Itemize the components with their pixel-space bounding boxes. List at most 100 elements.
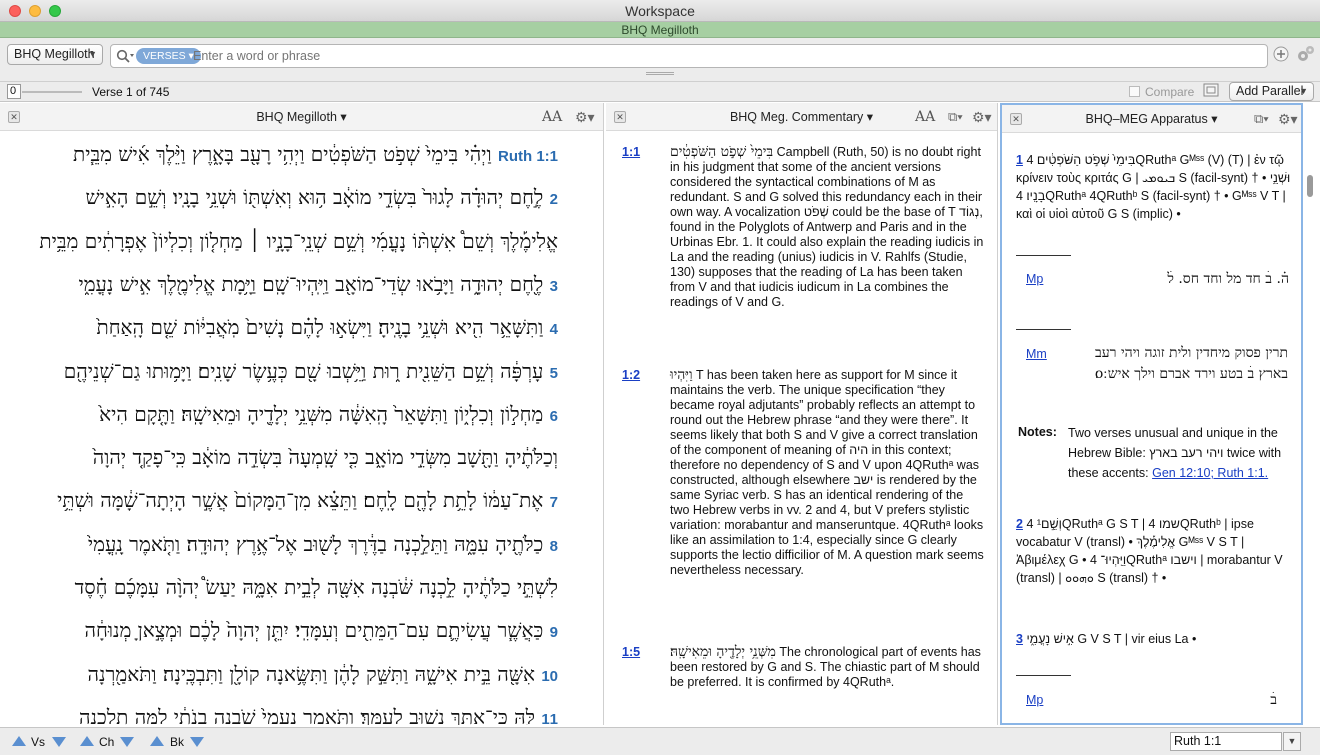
mm-link[interactable]: Mm [1026, 345, 1047, 363]
masorah-magna: Mm תרין פסוק מיחדין ולית זוגה ויהי רעב ב… [1016, 343, 1291, 403]
zoom-window-icon[interactable] [49, 5, 61, 17]
compare-checkbox[interactable] [1129, 86, 1140, 97]
verse-number[interactable]: 9 [550, 624, 558, 641]
apparatus-pane-header: ✕ BHQ–MEG Apparatus ▾ ⧉▾ ⚙▾ [1002, 105, 1301, 133]
hebrew-line: אֱלִימֶ֡לֶךְ וְשֵׁם֩ אִשְׁתּ֨וֹ נָעֳמִ֜י… [0, 226, 598, 268]
window-icon[interactable]: ⧉▾ [1254, 105, 1269, 133]
workspace-layout-bar: BHQ Megilloth [0, 22, 1320, 38]
verse-number[interactable]: 6 [550, 408, 558, 425]
prev-chapter-icon[interactable] [80, 736, 94, 746]
text-pane-header: ✕ BHQ Megilloth ▾ AA ⚙▾ [0, 103, 603, 131]
verse-number[interactable]: 5 [550, 365, 558, 382]
chevron-down-icon[interactable]: ▼ [1283, 732, 1301, 751]
verse-number[interactable]: 4 [550, 321, 558, 338]
search-input[interactable] [193, 47, 1193, 65]
resource-dropdown[interactable]: BHQ Megilloth ▼ [7, 44, 103, 65]
layout-title: BHQ Megilloth [621, 23, 699, 37]
font-size-button[interactable]: AA [542, 103, 562, 131]
lemma: מִשְּׁנֵ֥י יְלָדֶ֖יהָ וּמֵאִישָֽׁהּ׃ [670, 644, 776, 660]
search-scope-pill[interactable]: VERSES ▾ [136, 48, 201, 64]
notes-links[interactable]: Gen 12:10; Ruth 1:1. [1152, 466, 1268, 480]
next-verse-icon[interactable] [52, 737, 66, 747]
mm-text: תרין פסוק מיחדין ולית זוגה ויהי רעב בארץ… [1094, 345, 1288, 382]
entry-text: וְשֵׁ֣ם¹ 4QRuthᵃ G S T | שמו 4QRuthᵇ | i… [1016, 517, 1283, 585]
commentary-text: וַיִּהְיוּ T has been taken here as supp… [670, 368, 984, 578]
font-size-button[interactable]: AA [915, 103, 935, 131]
status-bar: Vs Ch Bk Ruth 1:1 ▼ [0, 727, 1320, 755]
commentary-entry: 1:1 בִּימֵי֙ שְׁפֹ֣ט הַשֹּׁפְטִ֔ים Campbe… [622, 145, 984, 310]
commentary-text: בִּימֵי֙ שְׁפֹ֣ט הַשֹּׁפְטִ֔ים Campbell … [670, 145, 984, 310]
verse-number[interactable]: Ruth 1:1 [498, 148, 558, 165]
commentary-pane: ✕ BHQ Meg. Commentary ▾ AA ⧉▾ ⚙▾ 1:1 בִּי… [606, 103, 998, 725]
verse-number[interactable]: 10 [541, 668, 558, 685]
entry-text: בִּימֵי֙ שְׁפֹ֣ט הַשֹּׁפְטִ֔ים 4QRuthᵃ G… [1016, 153, 1291, 221]
text-pane-title[interactable]: BHQ Megilloth ▾ [256, 110, 346, 124]
window-titlebar: Workspace [0, 0, 1320, 22]
apparatus-entry-1: 1 בִּימֵי֙ שְׁפֹ֣ט הַשֹּׁפְטִ֔ים 4QRuthᵃ… [1016, 151, 1291, 223]
add-parallel-dropdown[interactable]: Add Parallel ▼ [1229, 82, 1314, 101]
position-box[interactable]: 0 [7, 84, 21, 99]
close-pane-icon[interactable]: ✕ [8, 111, 20, 123]
commentary-ref-link[interactable]: 1:5 [622, 645, 640, 660]
divider [1016, 329, 1071, 330]
hebrew-text: וַיְהִ֗י בִּימֵי֙ שְׁפֹ֣ט הַשֹּׁפְטִ֔ים … [73, 142, 492, 166]
commentary-entry: 1:5 מִשְּׁנֵ֥י יְלָדֶ֖יהָ וּמֵאִישָֽׁהּ׃ … [622, 645, 984, 690]
gear-cluster-icon[interactable] [1294, 43, 1316, 65]
hebrew-text: וַתִּשָּׁאֵ֥ר הִ֖יא וּשְׁנֵ֥י בָנֶֽיהָ׃ … [96, 315, 544, 340]
hebrew-line: Ruth 1:1 וַיְהִ֗י בִּימֵי֙ שְׁפֹ֣ט הַשֹּ… [0, 139, 598, 181]
chapter-nav-label: Ch [99, 735, 115, 749]
entry-number[interactable]: 1 [1016, 153, 1023, 167]
lemma: בִּימֵי֙ שְׁפֹ֣ט הַשֹּׁפְטִ֔ים [670, 144, 774, 160]
hebrew-line: 8 כַלֹּתֶ֖יהָ עִמָּ֑הּ וַתֵּלַ֣כְנָה בַד… [0, 529, 598, 571]
commentary-pane-title[interactable]: BHQ Meg. Commentary ▾ [730, 110, 873, 124]
verse-nav-label: Vs [31, 735, 46, 749]
close-window-icon[interactable] [9, 5, 21, 17]
add-icon[interactable] [1273, 46, 1289, 62]
commentary-ref-link[interactable]: 1:2 [622, 368, 640, 383]
apparatus-pane: ✕ BHQ–MEG Apparatus ▾ ⧉▾ ⚙▾ 1 בִּימֵי֙ ש… [1000, 103, 1303, 725]
search-icon[interactable] [116, 49, 134, 63]
gear-icon[interactable]: ⚙▾ [1278, 105, 1298, 133]
next-chapter-icon[interactable] [120, 737, 134, 747]
hebrew-text: לֶ֣חֶם יְהוּדָ֗ה לָגוּר֙ בִּשְׂדֵ֣י מוֹא… [85, 185, 544, 210]
resize-grip[interactable] [646, 72, 674, 75]
verse-number[interactable]: 3 [550, 278, 558, 295]
hebrew-line: וְכַלֹּתֶ֔יהָ וַתָּ֖שָׁב מִשְּׂדֵ֣י מוֹא… [0, 442, 598, 484]
scrollbar-thumb[interactable] [1307, 175, 1313, 197]
position-slider[interactable] [22, 91, 82, 93]
entry-number[interactable]: 2 [1016, 517, 1023, 531]
divider [1016, 255, 1071, 256]
gear-icon[interactable]: ⚙▾ [575, 103, 595, 131]
minimize-window-icon[interactable] [29, 5, 41, 17]
hebrew-line: 7 אֶת־עַמּ֔וֹ לָתֵ֥ת לָהֶ֖ם לָֽחֶם׃ וַתֵ… [0, 485, 598, 527]
book-nav-label: Bk [170, 735, 185, 749]
hebrew-text: כַלֹּתֶ֖יהָ עִמָּ֑הּ וַתֵּלַ֣כְנָה בַדֶּ… [87, 531, 544, 556]
verse-number[interactable]: 7 [550, 494, 558, 511]
commentary-ref-link[interactable]: 1:1 [622, 145, 640, 160]
window-icon[interactable]: ⧉▾ [948, 103, 963, 131]
prev-verse-icon[interactable] [12, 736, 26, 746]
apparatus-entry-2: 2 וְשֵׁ֣ם¹ 4QRuthᵃ G S T | שמו 4QRuthᵇ |… [1016, 515, 1291, 587]
prev-book-icon[interactable] [150, 736, 164, 746]
mp-link[interactable]: Mp [1026, 691, 1043, 709]
verse-number[interactable]: 2 [550, 191, 558, 208]
hebrew-line: 10 אִשָּׁ֖ה בֵּ֣ית אִישָׁ֑הּ וַתִּשַּׁ֣ק… [0, 659, 598, 701]
gear-icon[interactable]: ⚙▾ [972, 103, 992, 131]
mp-link[interactable]: Mp [1026, 270, 1043, 288]
close-pane-icon[interactable]: ✕ [1010, 113, 1022, 125]
sync-panes-icon[interactable] [1203, 83, 1219, 98]
masorah-parva-2: Mp בׄ [1016, 691, 1291, 713]
entry-text: אִ֣ישׁ נָעֳמִ֑י G V S T | vir eius La • [1026, 632, 1197, 646]
hebrew-text: כַּאֲשֶׁ֧ר עֲשִׂיתֶ֛ם עִם־הַמֵּתִ֖ים וְע… [84, 618, 544, 643]
verse-number[interactable]: 8 [550, 538, 558, 555]
reference-field[interactable]: Ruth 1:1 [1170, 732, 1282, 751]
chevron-down-icon: ▼ [88, 49, 97, 59]
close-pane-icon[interactable]: ✕ [614, 111, 626, 123]
entry-number[interactable]: 3 [1016, 632, 1023, 646]
next-book-icon[interactable] [190, 737, 204, 747]
apparatus-pane-title[interactable]: BHQ–MEG Apparatus ▾ [1085, 112, 1217, 126]
text-pane: ✕ BHQ Megilloth ▾ AA ⚙▾ Ruth 1:1 וַיְהִ֗… [0, 103, 604, 725]
chevron-down-icon: ▼ [1299, 86, 1308, 96]
verse-number[interactable]: 11 [541, 711, 558, 725]
search-box[interactable]: VERSES ▾ [110, 44, 1268, 68]
